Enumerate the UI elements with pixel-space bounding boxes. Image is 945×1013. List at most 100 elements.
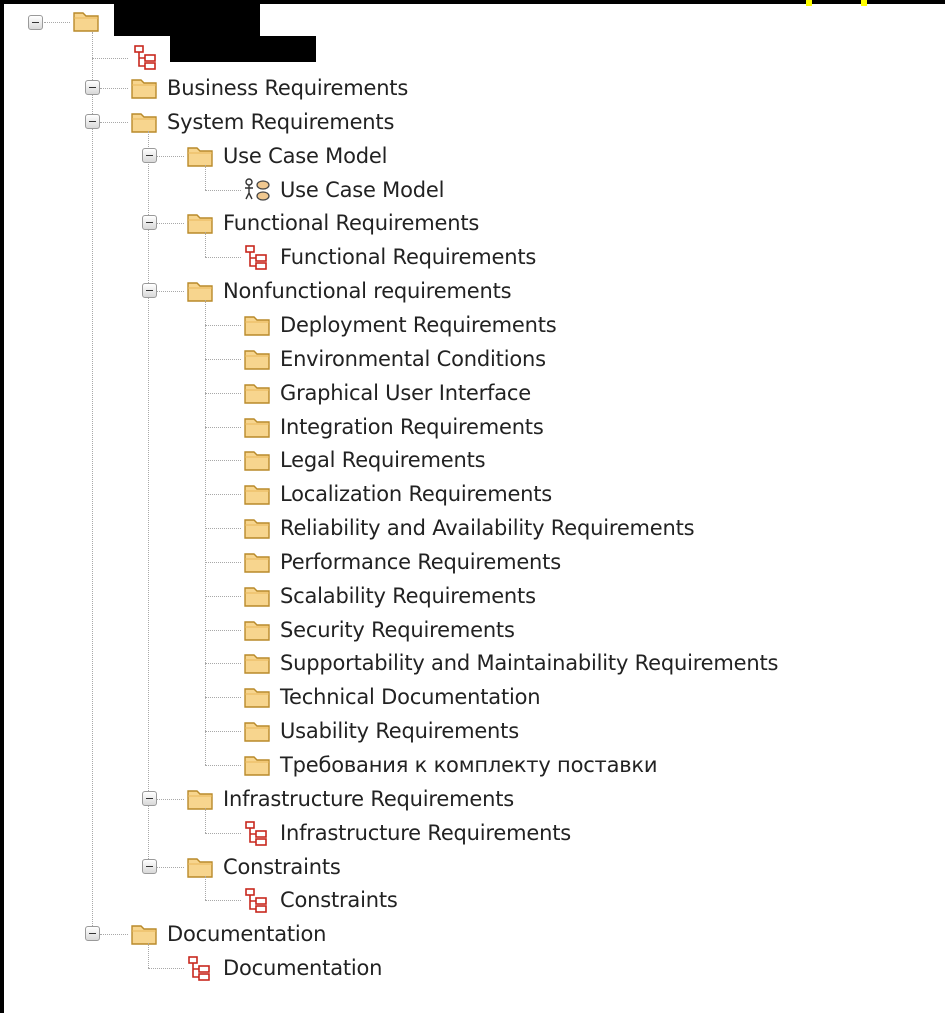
tree-node-label: Functional Requirements: [280, 245, 537, 270]
collapse-toggle[interactable]: [142, 283, 157, 299]
collapse-toggle[interactable]: [142, 790, 157, 806]
highlight-mark: [861, 0, 867, 6]
diagram-icon: [245, 245, 267, 271]
tree-connector: [205, 189, 241, 191]
tree-connector: [205, 358, 241, 360]
folder-icon: [244, 756, 270, 776]
tree-guide-line: [205, 232, 206, 258]
tree-node[interactable]: Performance Requirements: [243, 548, 561, 576]
tree-connector: [205, 595, 241, 597]
tree-connector: [205, 460, 241, 462]
tree-node-label: Constraints: [280, 888, 398, 913]
tree-node[interactable]: System Requirements: [130, 108, 394, 136]
folder-icon: [244, 553, 270, 573]
tree-node-label: Legal Requirements: [280, 448, 486, 473]
folder-icon: [244, 417, 270, 438]
tree-connector: [100, 121, 128, 123]
diagram-icon: [188, 956, 210, 981]
folder-icon: [244, 383, 270, 404]
tree-node[interactable]: Use Case Model: [186, 142, 387, 170]
collapse-toggle[interactable]: [142, 147, 157, 163]
tree-connector: [205, 731, 241, 733]
tree-node[interactable]: Deployment Requirements: [243, 311, 557, 339]
folder-icon: [244, 350, 270, 370]
redacted-diagram-label: [170, 36, 316, 62]
tree-node[interactable]: Documentation: [130, 920, 326, 948]
tree-connector: [205, 561, 241, 563]
tree-connector: [205, 324, 241, 326]
root-folder-icon: [73, 12, 99, 32]
tree-connector: [205, 900, 241, 902]
tree-connector: [205, 765, 241, 766]
tree-node[interactable]: Business Requirements: [130, 74, 408, 102]
folder-icon: [187, 857, 213, 878]
tree-node[interactable]: Infrastructure Requirements: [243, 819, 571, 847]
folder-icon: [131, 79, 157, 99]
tree-connector: [205, 629, 241, 631]
tree-node-label: Integration Requirements: [280, 414, 544, 439]
folder-icon: [187, 214, 213, 235]
collapse-toggle[interactable]: [85, 80, 100, 95]
collapse-toggle[interactable]: [142, 215, 157, 231]
tree-node-label: Functional Requirements: [223, 211, 480, 236]
folder-icon: [244, 654, 270, 675]
tree-node[interactable]: Documentation: [186, 954, 382, 982]
tree-connector: [148, 968, 184, 970]
tree-node-label: Graphical User Interface: [280, 380, 531, 405]
tree-node-label: Performance Requirements: [280, 549, 561, 574]
tree-node-label: Environmental Conditions: [280, 346, 546, 371]
tree-node[interactable]: Constraints: [243, 886, 398, 914]
tree-node[interactable]: Nonfunctional requirements: [186, 277, 512, 305]
tree-node[interactable]: Graphical User Interface: [243, 379, 531, 407]
diagram-icon: [245, 820, 267, 846]
tree-connector: [157, 291, 184, 293]
tree-node[interactable]: Scalability Requirements: [243, 582, 536, 610]
tree-node[interactable]: Security Requirements: [243, 616, 515, 644]
tree-connector: [205, 392, 241, 394]
tree-connector: [157, 798, 184, 800]
tree-node[interactable]: Constraints: [186, 853, 341, 881]
tree-node[interactable]: Integration Requirements: [243, 413, 544, 441]
folder-icon: [187, 282, 213, 302]
collapse-toggle[interactable]: [85, 113, 100, 129]
tree-node-label: Scalability Requirements: [280, 583, 536, 608]
tree-node[interactable]: Localization Requirements: [243, 480, 552, 508]
collapse-toggle[interactable]: [142, 858, 157, 874]
tree-node[interactable]: Infrastructure Requirements: [186, 785, 514, 813]
tree-node-label: Use Case Model: [223, 143, 388, 168]
redacted-root-label: [114, 4, 260, 36]
tree-node[interactable]: Technical Documentation: [243, 683, 541, 711]
tree-node-label: Business Requirements: [167, 76, 409, 100]
tree-node[interactable]: Reliability and Availability Requirement…: [243, 514, 695, 542]
folder-icon: [244, 519, 270, 539]
tree-node[interactable]: Functional Requirements: [243, 243, 536, 271]
tree-node[interactable]: Functional Requirements: [186, 209, 479, 237]
folder-icon: [131, 113, 157, 133]
tree-node[interactable]: Требования к комплекту поставки: [243, 751, 658, 779]
tree-node-label: Documentation: [167, 922, 327, 947]
model-browser-tree: Business Requirements System Requirements…: [4, 4, 945, 1013]
folder-icon: [244, 451, 270, 472]
tree-node-label: Infrastructure Requirements: [280, 820, 571, 845]
tree-guide-line: [148, 943, 149, 969]
tree-node[interactable]: Use Case Model: [243, 176, 444, 204]
highlight-mark: [806, 0, 812, 6]
tree-connector: [205, 832, 241, 834]
tree-node[interactable]: Supportability and Maintainability Requi…: [243, 649, 778, 677]
tree-node-label: Use Case Model: [280, 177, 445, 202]
tree-node[interactable]: Usability Requirements: [243, 717, 519, 745]
tree-connector: [205, 528, 241, 530]
tree-connector: [157, 866, 184, 868]
tree-connector: [157, 155, 184, 157]
root-collapse-toggle[interactable]: [28, 15, 43, 30]
folder-icon: [244, 688, 270, 708]
collapse-toggle[interactable]: [85, 926, 100, 942]
tree-guide-line: [205, 164, 206, 190]
tree-guide-line: [92, 32, 93, 935]
tree-node[interactable]: Environmental Conditions: [243, 345, 546, 373]
tree-connector: [205, 697, 241, 699]
tree-node-label: System Requirements: [167, 109, 395, 134]
tree-node-label: Security Requirements: [280, 617, 515, 642]
tree-node[interactable]: Legal Requirements: [243, 446, 486, 474]
tree-connector: [205, 257, 241, 259]
